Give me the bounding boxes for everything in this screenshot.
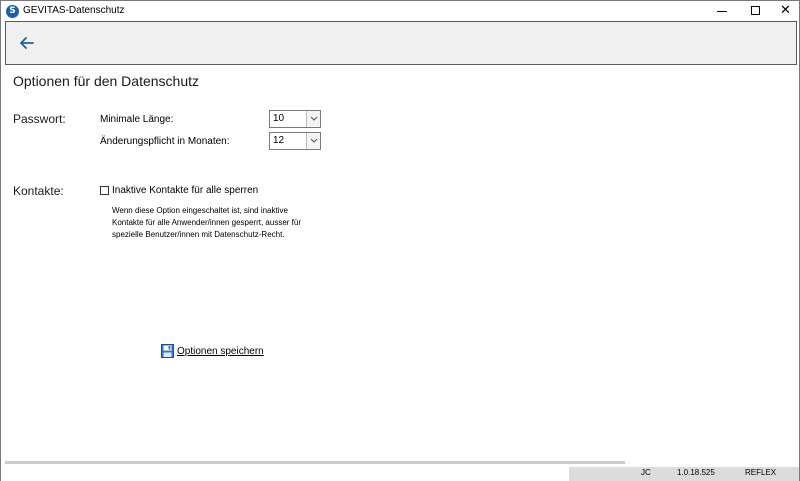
status-database: REFLEX <box>745 468 777 477</box>
change-interval-label: Änderungspflicht in Monaten: <box>100 136 230 147</box>
passwort-section-label: Passwort: <box>13 112 66 126</box>
description-line: spezielle Benutzer/innen mit Datenschutz… <box>112 230 285 239</box>
min-length-label: Minimale Länge: <box>100 114 174 125</box>
gevitas-logo-icon: S <box>6 5 19 18</box>
horizontal-scrollbar[interactable] <box>5 460 795 465</box>
description-line: Kontakte für alle Anwender/innen gesperr… <box>112 218 301 227</box>
maximize-button[interactable] <box>741 1 771 21</box>
description-line: Wenn diese Option eingeschaltet ist, sin… <box>112 206 288 215</box>
page-title: Optionen für den Datenschutz <box>13 73 200 89</box>
window-title: GEVITAS-Datenschutz <box>23 5 125 16</box>
back-button[interactable] <box>18 34 36 52</box>
scrollbar-thumb[interactable] <box>5 461 625 464</box>
change-interval-value: 12 <box>273 135 285 146</box>
status-bar: JC 1.0.18.525 REFLEX <box>1 467 799 481</box>
toolbar <box>5 21 797 65</box>
inactive-contacts-checkbox-label[interactable]: Inaktive Kontakte für alle sperren <box>112 185 258 196</box>
status-user: JC <box>641 468 651 477</box>
minimize-button[interactable] <box>707 1 737 21</box>
min-length-value: 10 <box>273 113 285 124</box>
kontakte-section-label: Kontakte: <box>13 184 64 198</box>
title-bar: S GEVITAS-Datenschutz ✕ <box>1 1 799 21</box>
inactive-contacts-checkbox[interactable] <box>100 186 109 195</box>
maximize-icon <box>751 6 760 15</box>
minimize-icon <box>717 11 727 12</box>
kontakte-description: Wenn diese Option eingeschaltet ist, sin… <box>112 205 332 241</box>
floppy-disk-icon <box>161 344 174 358</box>
change-interval-dropdown-button[interactable] <box>306 133 320 149</box>
chevron-down-icon <box>310 138 318 143</box>
min-length-select[interactable]: 10 <box>269 110 321 128</box>
chevron-down-icon <box>310 116 318 121</box>
min-length-dropdown-button[interactable] <box>306 111 320 127</box>
status-version: 1.0.18.525 <box>677 468 715 477</box>
change-interval-select[interactable]: 12 <box>269 132 321 150</box>
back-arrow-icon <box>20 37 34 49</box>
app-window: S GEVITAS-Datenschutz ✕ Optionen für den… <box>0 0 800 481</box>
close-button[interactable]: ✕ <box>771 1 800 21</box>
save-options-label[interactable]: Optionen speichern <box>177 346 264 357</box>
close-icon: ✕ <box>780 3 791 18</box>
